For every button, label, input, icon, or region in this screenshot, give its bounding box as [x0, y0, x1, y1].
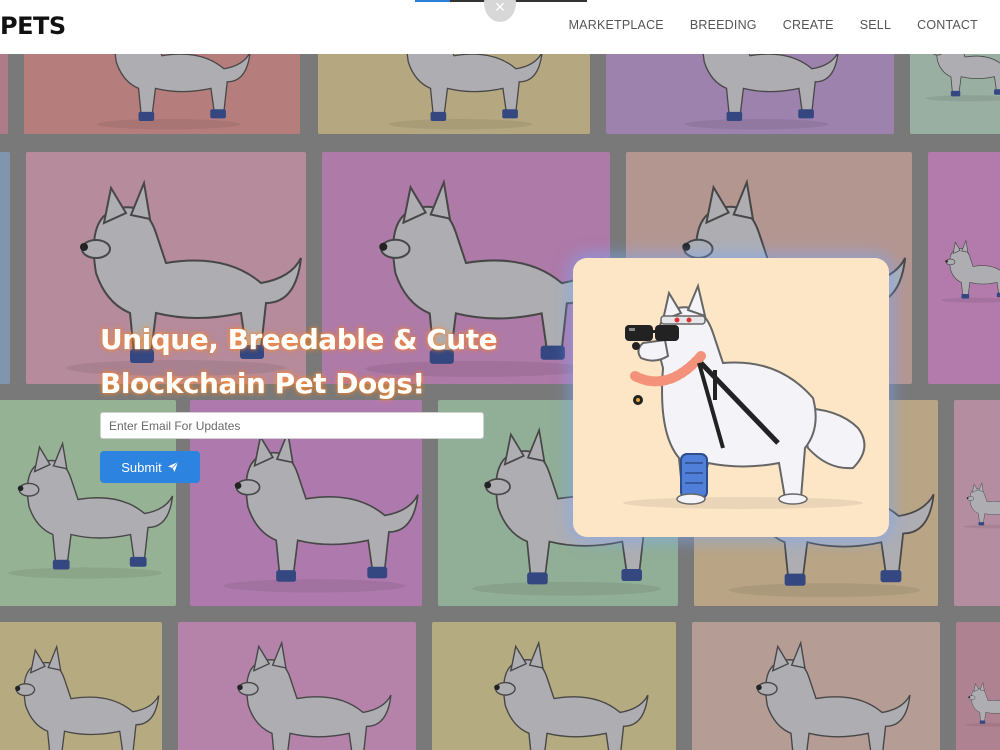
- submit-button-label: Submit: [121, 459, 162, 475]
- nav-item-contact[interactable]: CONTACT: [917, 18, 978, 32]
- main-nav: MARKETPLACE BREEDING CREATE SELL CONTACT: [569, 18, 978, 32]
- nav-item-create[interactable]: CREATE: [783, 18, 834, 32]
- email-input[interactable]: [100, 412, 484, 439]
- featured-dog-image: [623, 282, 866, 509]
- nav-item-sell[interactable]: SELL: [860, 18, 891, 32]
- paper-plane-icon: [167, 461, 179, 472]
- top-progress-fill: [415, 0, 450, 2]
- close-icon: ×: [494, 0, 506, 17]
- site-logo[interactable]: PETS: [0, 12, 66, 40]
- nav-item-marketplace[interactable]: MARKETPLACE: [569, 18, 664, 32]
- submit-button[interactable]: Submit: [100, 451, 200, 483]
- featured-dog-card[interactable]: [573, 258, 889, 537]
- nav-item-breeding[interactable]: BREEDING: [690, 18, 757, 32]
- hero-title-line1: Unique, Breedable & Cute: [100, 323, 498, 356]
- hero-title-line2: Blockchain Pet Dogs!: [100, 367, 425, 400]
- hero-title: Unique, Breedable & Cute Blockchain Pet …: [100, 318, 560, 406]
